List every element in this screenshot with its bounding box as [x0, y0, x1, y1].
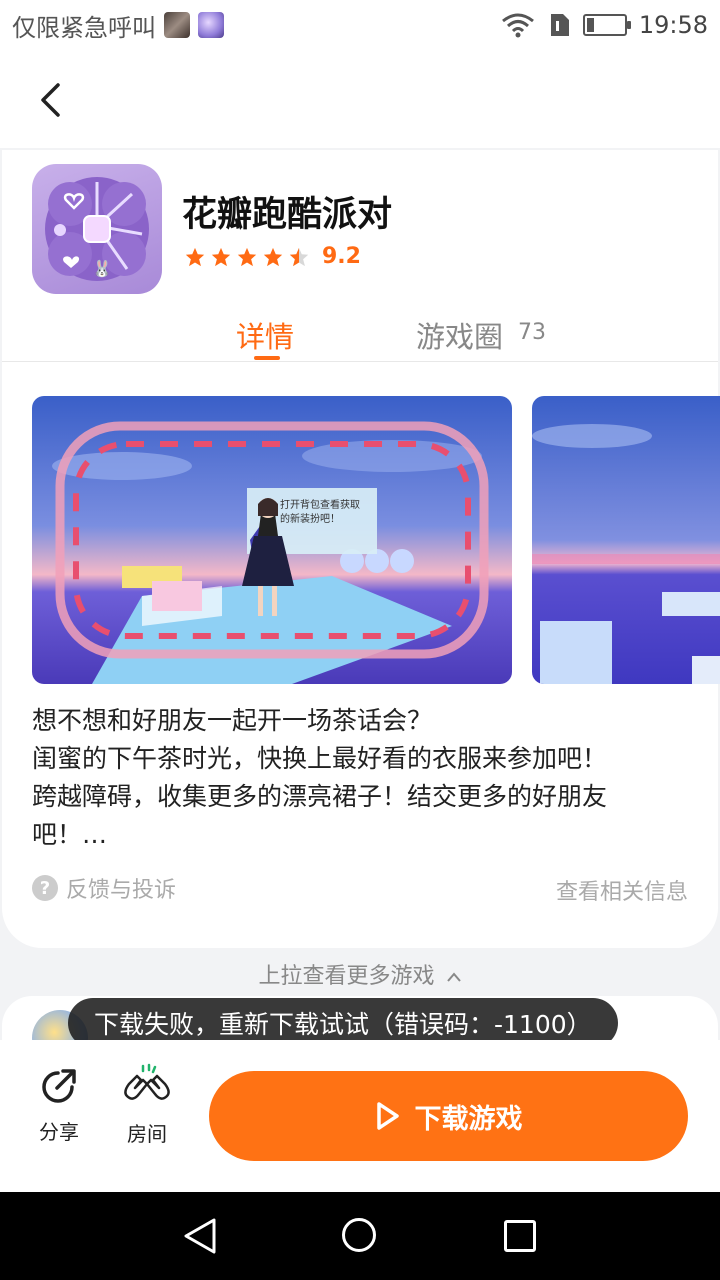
feedback-link[interactable]: ? 反馈与投诉 [32, 872, 176, 904]
share-label: 分享 [39, 1120, 79, 1144]
game-description: 想不想和好朋友一起开一场茶话会？ 闺蜜的下午茶时光，快换上最好看的衣服来参加吧！… [32, 702, 702, 854]
download-label: 下载游戏 [414, 1103, 523, 1135]
app-title: 花瓣跑酷派对 [182, 195, 393, 235]
star-icon [237, 247, 257, 266]
description-line[interactable]: 吧！… [32, 816, 702, 854]
clock: 19:58 [638, 11, 708, 39]
battery-level [586, 18, 594, 32]
room-label: 房间 [127, 1122, 167, 1146]
nav-back-icon[interactable] [182, 1216, 218, 1256]
share-icon [42, 1069, 76, 1103]
star-icon [185, 247, 205, 266]
play-icon [376, 1102, 399, 1130]
header [0, 50, 720, 148]
pull-up-more-games[interactable]: 上拉查看更多游戏 [0, 958, 720, 990]
active-tab-indicator [254, 356, 280, 360]
notification-thumbnail [198, 12, 224, 38]
sign-text-line1: 打开背包查看获取 [280, 498, 360, 511]
svg-text:🐰: 🐰 [92, 259, 112, 278]
chevron-up-icon [446, 972, 461, 982]
status-left: 仅限紧急呼叫 [12, 8, 224, 43]
system-nav-bar [0, 1192, 720, 1280]
nav-home-icon[interactable] [342, 1218, 376, 1252]
download-game-button[interactable]: 下载游戏 [209, 1071, 688, 1161]
description-line: 闺蜜的下午茶时光，快换上最好看的衣服来参加吧！ [32, 744, 608, 773]
game-detail-card: 🐰 花瓣跑酷派对 9.2 详情 游戏圈 73 打开背包查看获取 的新装扮吧！ 想… [2, 150, 720, 948]
sign-text-line2: 的新装扮吧！ [280, 512, 340, 525]
status-right: 19:58 [501, 11, 708, 39]
game-screenshot[interactable] [532, 396, 720, 684]
bottom-action-bar: 分享 房间 下载游戏 [0, 1040, 720, 1192]
tab-bar: 详情 游戏圈 73 [2, 310, 718, 362]
battery-icon [582, 14, 631, 36]
back-button[interactable] [30, 78, 70, 122]
description-line: 想不想和好朋友一起开一场茶话会？ [32, 706, 433, 735]
app-icon: 🐰 [32, 164, 162, 294]
emergency-calls-text: 仅限紧急呼叫 [12, 13, 156, 42]
game-circle-count: 73 [518, 320, 546, 345]
rating-score: 9.2 [322, 244, 361, 269]
tab-detail[interactable]: 详情 [236, 314, 294, 356]
wifi-icon [501, 13, 534, 38]
notification-thumbnail [164, 12, 190, 38]
tab-game-circle[interactable]: 游戏圈 [416, 314, 503, 356]
description-line: 跨越障碍，收集更多的漂亮裙子！结交更多的好朋友 [32, 782, 608, 811]
chevron-left-icon [41, 83, 60, 117]
share-button[interactable]: 分享 [28, 1066, 90, 1145]
star-icon [211, 247, 231, 266]
half-star-icon [289, 247, 309, 266]
rating-row: 9.2 [184, 244, 361, 269]
status-bar: 仅限紧急呼叫 19:58 [0, 0, 720, 50]
feedback-label: 反馈与投诉 [66, 878, 177, 903]
help-icon: ? [32, 875, 58, 901]
star-icon [263, 247, 283, 266]
sim-card-icon [550, 14, 569, 36]
pull-up-label: 上拉查看更多游戏 [258, 964, 435, 989]
room-button[interactable]: 房间 [116, 1062, 178, 1147]
related-info-link[interactable]: 查看相关信息 [556, 874, 688, 906]
clapping-hands-icon [124, 1063, 170, 1100]
nav-recents-icon[interactable] [504, 1220, 536, 1252]
game-screenshot[interactable]: 打开背包查看获取 的新装扮吧！ [32, 396, 512, 684]
